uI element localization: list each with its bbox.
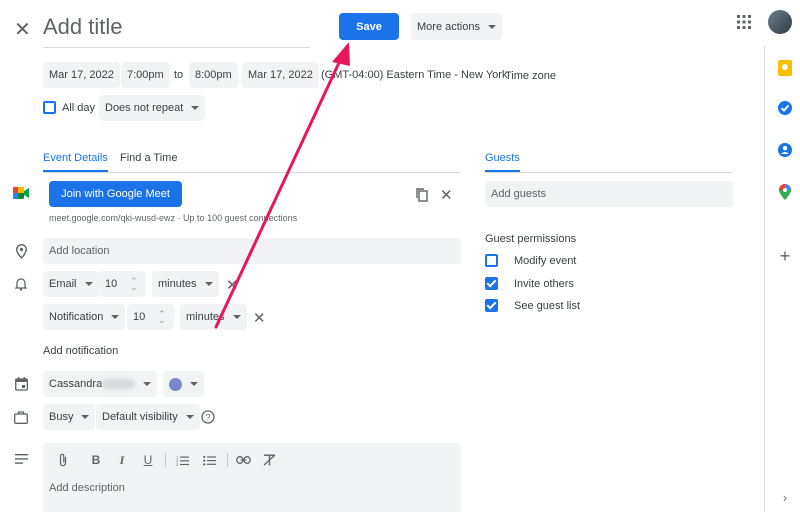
annotation-arrow xyxy=(214,42,350,329)
